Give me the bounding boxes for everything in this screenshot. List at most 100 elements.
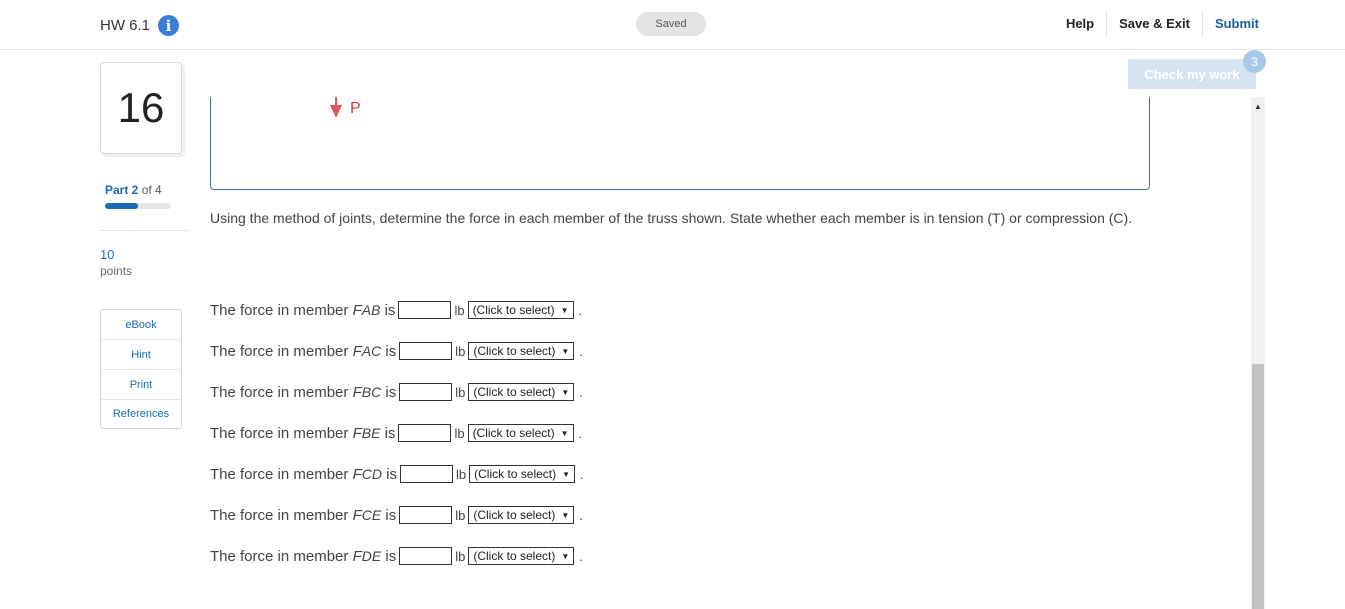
part-progress-fill (105, 203, 138, 209)
select-value: (Click to select) (473, 508, 556, 522)
state-select-de[interactable]: (Click to select) ▼ (468, 547, 575, 565)
force-input-cd[interactable] (399, 465, 453, 483)
row-prefix: The force in member (210, 301, 349, 319)
row-prefix: The force in member (210, 506, 349, 524)
help-button[interactable]: Help (1054, 12, 1108, 36)
unit-label: lb (455, 384, 466, 400)
row-end: . (579, 507, 583, 523)
state-select-be[interactable]: (Click to select) ▼ (467, 424, 574, 442)
state-select-ce[interactable]: (Click to select) ▼ (468, 506, 575, 524)
unit-label: lb (455, 466, 467, 482)
row-is: is (385, 506, 397, 524)
dropdown-arrow-icon: ▼ (561, 510, 570, 520)
check-attempts-badge: 3 (1243, 50, 1266, 73)
member-subscript: AC (361, 343, 382, 359)
answer-row-be: The force in member F BE is lb (Click to … (210, 423, 584, 443)
state-select-bc[interactable]: (Click to select) ▼ (468, 383, 575, 401)
member-subscript: BC (361, 384, 382, 400)
row-is: is (385, 547, 397, 565)
row-end: . (578, 425, 583, 441)
row-end: . (579, 548, 583, 564)
answer-row-ce: The force in member F CE is lb (Click to … (210, 505, 584, 525)
row-is: is (385, 342, 397, 360)
points-block: 10 points (100, 247, 132, 278)
unit-label: lb (454, 302, 465, 318)
force-input-ce[interactable] (399, 506, 453, 524)
force-symbol: F (352, 506, 362, 524)
info-icon[interactable]: i (158, 15, 180, 36)
references-link[interactable]: References (101, 400, 181, 428)
scroll-up-arrow-icon[interactable]: ▲ (1251, 101, 1265, 111)
assignment-title: HW 6.1 (100, 17, 151, 34)
question-text: Using the method of joints, determine th… (210, 210, 1133, 226)
dropdown-arrow-icon: ▼ (560, 305, 569, 315)
force-symbol: F (352, 383, 362, 401)
ebook-link[interactable]: eBook (101, 310, 181, 340)
scrollbar-thumb[interactable] (1252, 364, 1264, 609)
dropdown-arrow-icon: ▼ (562, 469, 571, 479)
row-is: is (385, 383, 397, 401)
row-prefix: The force in member (210, 424, 349, 442)
print-link[interactable]: Print (101, 370, 181, 400)
answer-row-ac: The force in member F AC is lb (Click to … (210, 341, 584, 361)
resources-panel: eBook Hint Print References (100, 309, 182, 429)
check-my-work-button[interactable]: Check my work (1128, 59, 1256, 89)
submit-button[interactable]: Submit (1203, 12, 1259, 36)
member-subscript: AB (361, 302, 381, 318)
row-is: is (384, 424, 396, 442)
save-exit-button[interactable]: Save & Exit (1107, 12, 1203, 36)
row-prefix: The force in member (210, 383, 349, 401)
select-value: (Click to select) (473, 344, 556, 358)
member-subscript: CE (361, 507, 382, 523)
state-select-ab[interactable]: (Click to select) ▼ (467, 301, 574, 319)
force-input-de[interactable] (399, 547, 453, 565)
force-input-ac[interactable] (399, 342, 453, 360)
dropdown-arrow-icon: ▼ (561, 387, 570, 397)
points-label: points (100, 264, 133, 278)
force-symbol: F (352, 301, 362, 319)
row-end: . (578, 302, 583, 318)
row-is: is (386, 465, 397, 483)
row-prefix: The force in member (210, 547, 349, 565)
force-arrow-icon (330, 97, 342, 118)
member-subscript: CD (361, 466, 382, 482)
row-end: . (580, 466, 584, 482)
row-end: . (579, 384, 583, 400)
saved-status-badge: Saved (636, 12, 706, 36)
state-select-cd[interactable]: (Click to select) ▼ (469, 465, 576, 483)
force-label: P (350, 100, 361, 117)
answer-row-ab: The force in member F AB is lb (Click to … (210, 300, 584, 320)
answer-row-bc: The force in member F BC is lb (Click to … (210, 382, 584, 402)
truss-figure: P (210, 97, 1150, 190)
force-symbol: F (352, 465, 362, 483)
hint-link[interactable]: Hint (101, 340, 181, 370)
unit-label: lb (455, 507, 466, 523)
select-value: (Click to select) (473, 549, 556, 563)
answer-row-de: The force in member F DE is lb (Click to … (210, 546, 584, 566)
part-indicator: Part 2 of 4 (105, 183, 162, 197)
part-total: of 4 (141, 183, 162, 197)
scrollbar[interactable]: ▲ (1251, 97, 1265, 609)
force-input-be[interactable] (398, 424, 452, 442)
force-symbol: F (352, 342, 362, 360)
member-subscript: BE (361, 425, 381, 441)
assignment-title-group: HW 6.1 i (100, 15, 180, 36)
dropdown-arrow-icon: ▼ (560, 428, 569, 438)
top-bar: HW 6.1 i Saved Help Save & Exit Submit (0, 0, 1345, 50)
force-input-ab[interactable] (398, 301, 452, 319)
dropdown-arrow-icon: ▼ (561, 551, 570, 561)
force-symbol: F (352, 424, 362, 442)
dropdown-arrow-icon: ▼ (561, 346, 570, 356)
state-select-ac[interactable]: (Click to select) ▼ (468, 342, 575, 360)
row-end: . (579, 343, 583, 359)
top-actions: Help Save & Exit Submit (1054, 12, 1259, 36)
points-value: 10 (100, 247, 115, 262)
unit-label: lb (454, 425, 465, 441)
rail-divider (100, 230, 190, 231)
unit-label: lb (455, 343, 466, 359)
unit-label: lb (455, 548, 466, 564)
row-prefix: The force in member (210, 465, 349, 483)
force-input-bc[interactable] (399, 383, 453, 401)
force-symbol: F (352, 547, 362, 565)
select-value: (Click to select) (473, 385, 556, 399)
